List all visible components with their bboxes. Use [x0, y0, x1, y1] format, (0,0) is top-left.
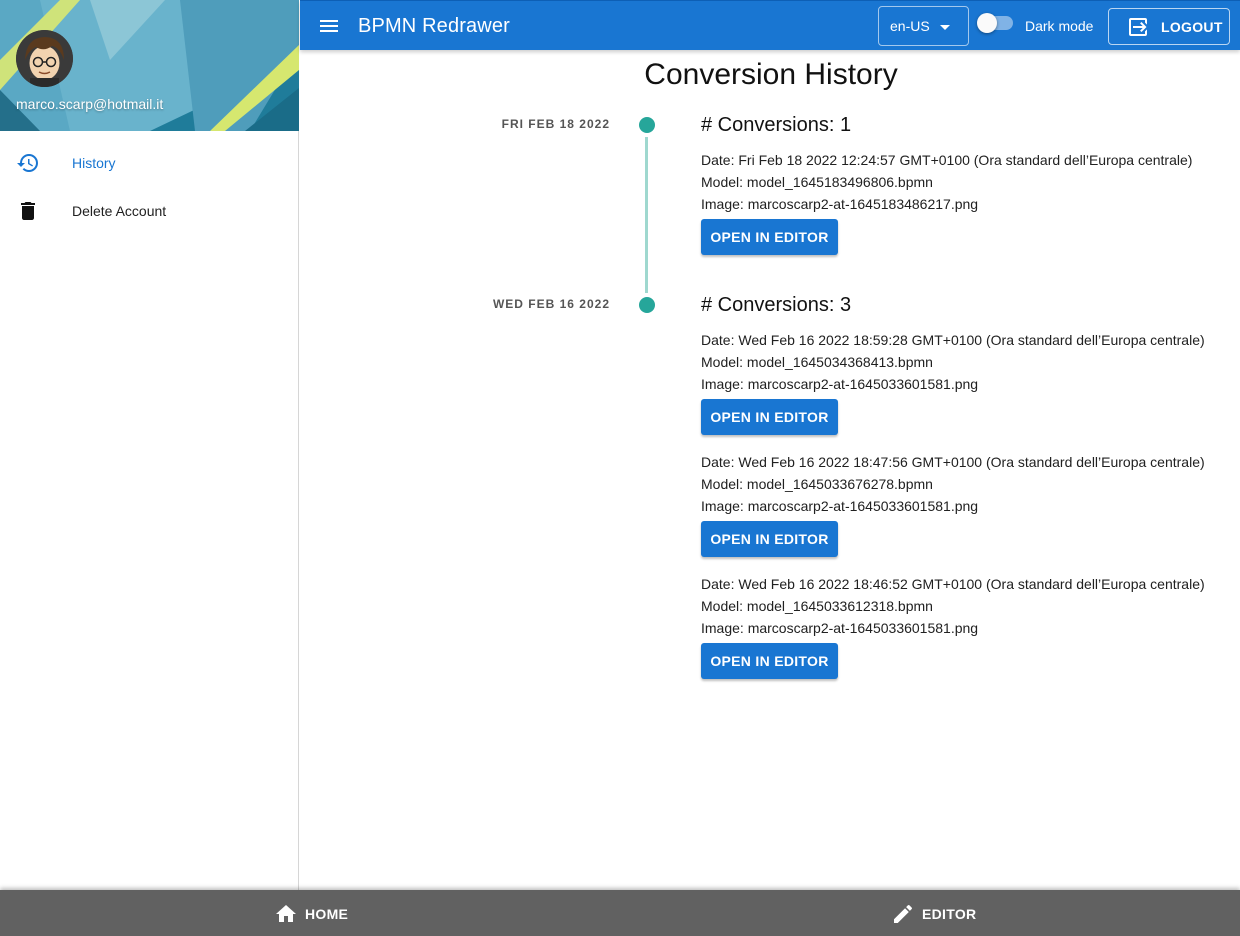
conversion-group: # Conversions: 3 Date: Wed Feb 16 2022 1…	[701, 293, 1221, 679]
logout-label: LOGOUT	[1161, 18, 1223, 35]
editor-label: EDITOR	[922, 906, 977, 922]
app-title: BPMN Redrawer	[358, 15, 510, 37]
open-in-editor-button[interactable]: OPEN IN EDITOR	[701, 219, 838, 255]
toggle-thumb	[977, 13, 997, 33]
entry-image: Image: marcoscarp2-at-1645033601581.png	[701, 498, 979, 514]
logout-button[interactable]: LOGOUT	[1108, 8, 1230, 45]
entry-image: Image: marcoscarp2-at-1645183486217.png	[701, 196, 979, 212]
dark-mode-label: Dark mode	[1025, 18, 1094, 34]
open-in-editor-button[interactable]: OPEN IN EDITOR	[701, 521, 838, 557]
language-value: en-US	[890, 18, 930, 34]
navigation-drawer: marco.scarp@hotmail.it History Delete Ac…	[0, 0, 299, 890]
trash-icon	[16, 199, 40, 223]
timeline-dot	[639, 117, 655, 133]
timeline-date: FRI FEB 18 2022	[501, 117, 610, 131]
editor-button[interactable]: EDITOR	[891, 902, 976, 926]
language-select[interactable]: en-US	[878, 6, 969, 46]
main-content: Conversion History FRI FEB 18 2022 # Con…	[300, 50, 1240, 890]
entry-date: Date: Fri Feb 18 2022 12:24:57 GMT+0100 …	[701, 152, 1193, 168]
open-in-editor-button[interactable]: OPEN IN EDITOR	[701, 643, 838, 679]
entry-image: Image: marcoscarp2-at-1645033601581.png	[701, 620, 979, 636]
group-title: # Conversions: 3	[701, 294, 852, 316]
drawer-menu: History Delete Account	[0, 131, 298, 235]
entry-date: Date: Wed Feb 16 2022 18:59:28 GMT+0100 …	[701, 332, 1205, 348]
conversion-entry: Date: Fri Feb 18 2022 12:24:57 GMT+0100 …	[701, 149, 1221, 255]
user-email: marco.scarp@hotmail.it	[16, 96, 164, 112]
page-title: Conversion History	[644, 58, 898, 91]
home-icon	[274, 902, 298, 926]
home-label: HOME	[305, 906, 349, 922]
timeline-connector	[645, 137, 648, 293]
avatar	[16, 30, 73, 87]
entry-date: Date: Wed Feb 16 2022 18:46:52 GMT+0100 …	[701, 576, 1205, 592]
pencil-icon	[891, 902, 915, 926]
sidebar-item-history[interactable]: History	[0, 139, 298, 187]
history-icon	[16, 151, 40, 175]
app-bar: BPMN Redrawer en-US Dark mode LOGOUT	[300, 0, 1240, 50]
entry-image: Image: marcoscarp2-at-1645033601581.png	[701, 376, 979, 392]
entry-model: Model: model_1645034368413.bpmn	[701, 354, 933, 370]
drawer-header: marco.scarp@hotmail.it	[0, 0, 299, 131]
entry-model: Model: model_1645033676278.bpmn	[701, 476, 933, 492]
home-button[interactable]: HOME	[274, 902, 348, 926]
timeline-dot	[639, 297, 655, 313]
sidebar-item-label: Delete Account	[72, 203, 167, 219]
entry-model: Model: model_1645033612318.bpmn	[701, 598, 933, 614]
entry-date: Date: Wed Feb 16 2022 18:47:56 GMT+0100 …	[701, 454, 1205, 470]
bottom-navigation: HOME EDITOR	[0, 890, 1240, 936]
menu-icon[interactable]	[317, 14, 341, 38]
sidebar-item-delete-account[interactable]: Delete Account	[0, 187, 298, 235]
sidebar-item-label: History	[72, 155, 116, 171]
chevron-down-icon	[940, 25, 950, 30]
logout-icon	[1126, 15, 1150, 39]
conversion-entry: Date: Wed Feb 16 2022 18:59:28 GMT+0100 …	[701, 329, 1221, 435]
timeline-date: WED FEB 16 2022	[492, 297, 610, 311]
open-in-editor-button[interactable]: OPEN IN EDITOR	[701, 399, 838, 435]
conversion-entry: Date: Wed Feb 16 2022 18:46:52 GMT+0100 …	[701, 573, 1221, 679]
group-title: # Conversions: 1	[701, 114, 852, 136]
conversion-entry: Date: Wed Feb 16 2022 18:47:56 GMT+0100 …	[701, 451, 1221, 557]
entry-model: Model: model_1645183496806.bpmn	[701, 174, 933, 190]
conversion-group: # Conversions: 1 Date: Fri Feb 18 2022 1…	[701, 113, 1221, 255]
dark-mode-toggle[interactable]	[977, 13, 1013, 33]
